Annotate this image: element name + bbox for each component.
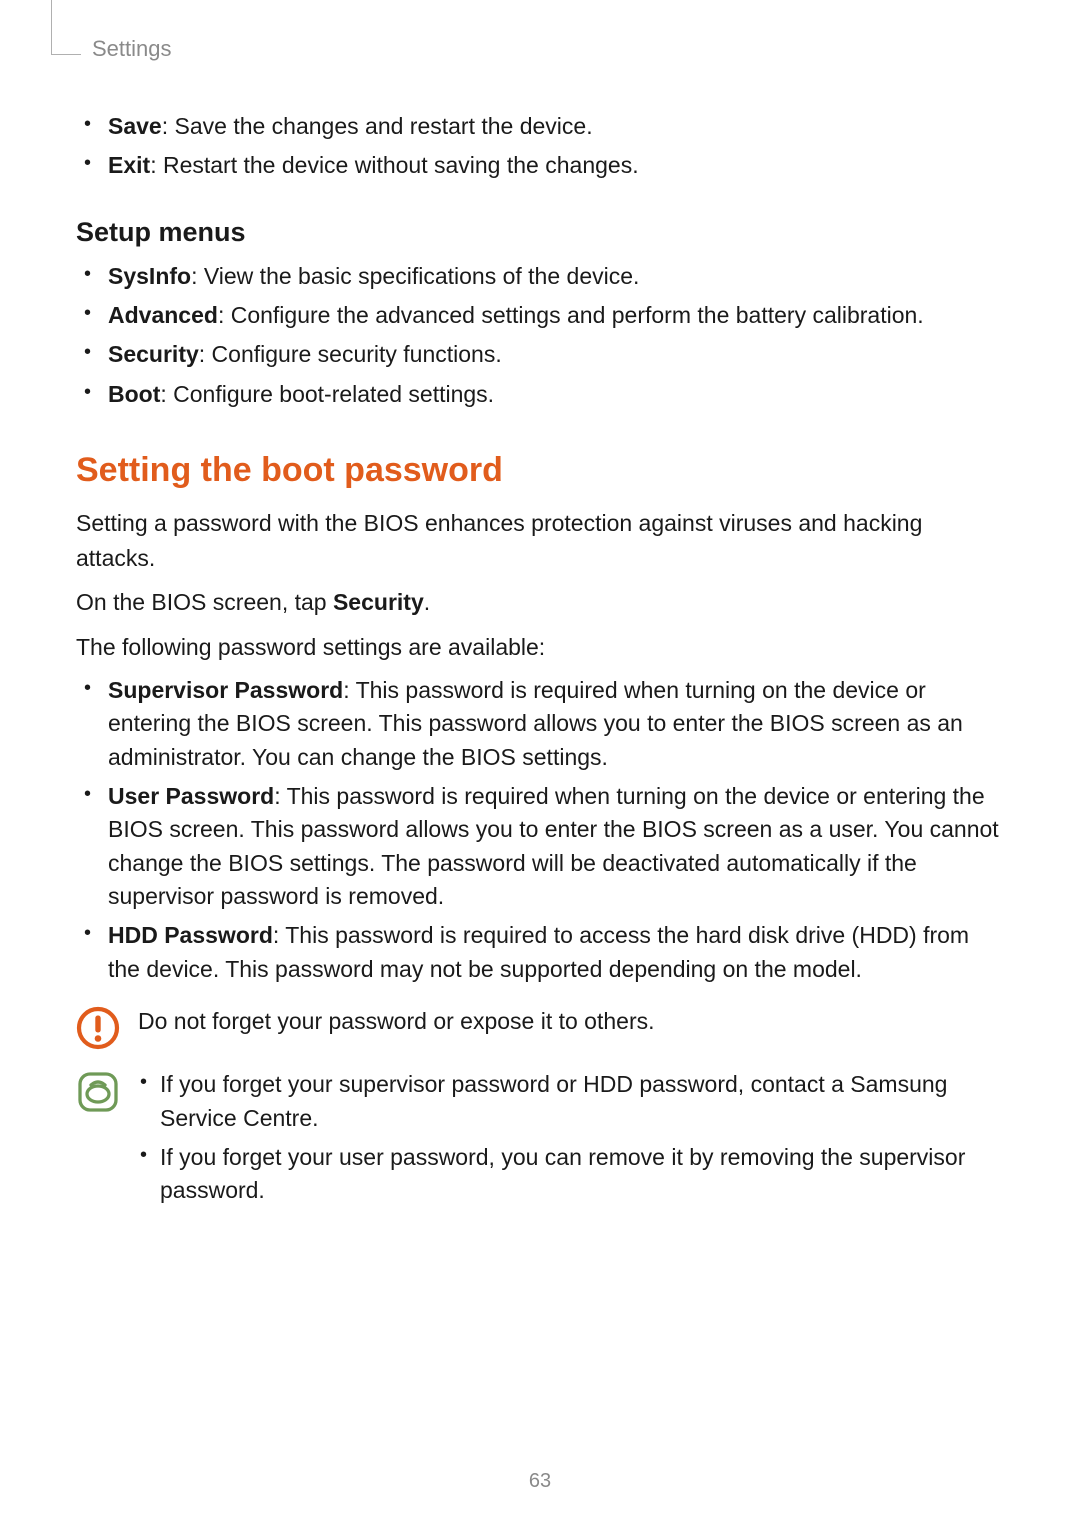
term-label: Exit: [108, 152, 150, 178]
list-item: Supervisor Password: This password is re…: [104, 674, 1004, 774]
term-label: Save: [108, 113, 162, 139]
boot-password-intro2: On the BIOS screen, tap Security.: [76, 585, 1004, 620]
setup-menus-list: SysInfo: View the basic specifications o…: [76, 260, 1004, 411]
document-page: Settings Save: Save the changes and rest…: [0, 0, 1080, 1527]
caution-callout: Do not forget your password or expose it…: [76, 1004, 1004, 1050]
boot-password-intro3: The following password settings are avai…: [76, 630, 1004, 665]
term-label: Security: [108, 341, 199, 367]
boot-password-heading: Setting the boot password: [76, 451, 1004, 490]
save-exit-list: Save: Save the changes and restart the d…: [76, 110, 1004, 183]
list-item: Advanced: Configure the advanced setting…: [104, 299, 1004, 332]
list-item: HDD Password: This password is required …: [104, 919, 1004, 986]
term-label: Boot: [108, 381, 160, 407]
list-item: If you forget your supervisor password o…: [160, 1068, 1004, 1135]
setup-menus-heading: Setup menus: [76, 217, 1004, 248]
text-run: On the BIOS screen, tap: [76, 589, 333, 615]
page-content: Save: Save the changes and restart the d…: [0, 60, 1080, 1214]
term-label: User Password: [108, 783, 274, 809]
page-number: 63: [0, 1470, 1080, 1493]
header-section-label: Settings: [92, 36, 172, 62]
term-desc: View the basic specifications of the dev…: [204, 263, 640, 289]
term-desc: Restart the device without saving the ch…: [163, 152, 639, 178]
text-run: .: [424, 589, 430, 615]
password-types-list: Supervisor Password: This password is re…: [76, 674, 1004, 986]
header-rule-horizontal: [51, 54, 81, 55]
term-label: HDD Password: [108, 922, 273, 948]
note-list: If you forget your supervisor password o…: [138, 1068, 1004, 1207]
note-body: If you forget your supervisor password o…: [138, 1068, 1004, 1213]
term-label: Advanced: [108, 302, 218, 328]
term-desc: Configure the advanced settings and perf…: [231, 302, 924, 328]
caution-text: Do not forget your password or expose it…: [138, 1004, 1004, 1039]
note-callout: If you forget your supervisor password o…: [76, 1068, 1004, 1213]
term-desc: Configure security functions.: [212, 341, 502, 367]
caution-icon: [76, 1006, 120, 1050]
list-item: Boot: Configure boot-related settings.: [104, 378, 1004, 411]
term-desc: Save the changes and restart the device.: [175, 113, 593, 139]
list-item: SysInfo: View the basic specifications o…: [104, 260, 1004, 293]
header-rule-vertical: [51, 0, 52, 54]
note-icon: [76, 1070, 120, 1114]
boot-password-intro1: Setting a password with the BIOS enhance…: [76, 506, 1004, 575]
list-item: If you forget your user password, you ca…: [160, 1141, 1004, 1208]
list-item: Exit: Restart the device without saving …: [104, 149, 1004, 182]
term-label: SysInfo: [108, 263, 191, 289]
list-item: User Password: This password is required…: [104, 780, 1004, 913]
list-item: Security: Configure security functions.: [104, 338, 1004, 371]
term-desc: Configure boot-related settings.: [173, 381, 494, 407]
term-label: Supervisor Password: [108, 677, 343, 703]
text-bold: Security: [333, 589, 424, 615]
page-header: Settings: [0, 0, 1080, 60]
list-item: Save: Save the changes and restart the d…: [104, 110, 1004, 143]
